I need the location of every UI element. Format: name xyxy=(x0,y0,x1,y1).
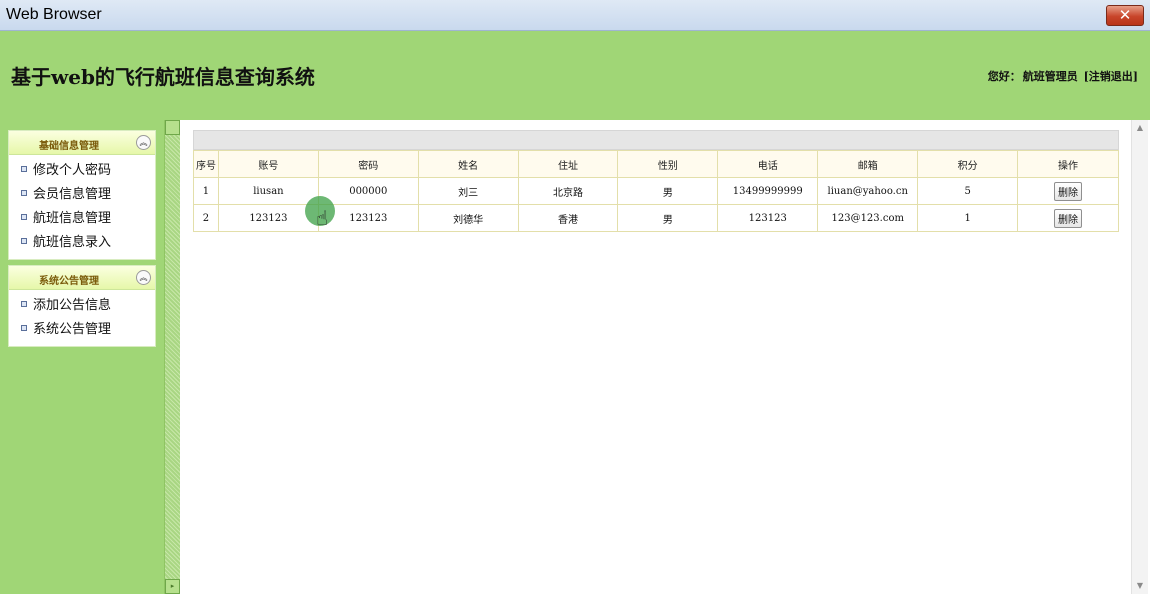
sidebar-item-label: 修改个人密码 xyxy=(33,163,112,178)
column-header: 密码 xyxy=(317,150,419,178)
table-cell: 刘三 xyxy=(417,177,519,205)
logout-link[interactable]: [注销退出] xyxy=(1084,70,1138,83)
table-cell: 删除 xyxy=(1017,204,1119,232)
bullet-icon xyxy=(21,301,27,307)
splitter-collapse-button[interactable] xyxy=(165,120,180,135)
column-header: 积分 xyxy=(917,150,1019,178)
panel-menu: 修改个人密码 会员信息管理 航班信息管理 航班信息录入 xyxy=(9,155,155,259)
table-cell: 1 xyxy=(193,177,219,205)
column-header: 账号 xyxy=(217,150,319,178)
frame-splitter[interactable]: ▸ xyxy=(164,120,180,594)
table-cell: 男 xyxy=(617,177,719,205)
table-cell: 5 xyxy=(917,177,1019,205)
hand-cursor-icon: ☝ xyxy=(316,206,329,230)
table-cell: 13499999999 xyxy=(717,177,819,205)
window-title: Web Browser xyxy=(6,6,102,23)
sidebar-item-label: 系统公告管理 xyxy=(33,322,112,337)
vertical-scrollbar[interactable]: ▲ ▼ xyxy=(1131,120,1148,594)
close-icon: ✕ xyxy=(1118,6,1132,24)
sidebar-item-change-password[interactable]: 修改个人密码 xyxy=(9,159,155,183)
table-cell: 删除 xyxy=(1017,177,1119,205)
table-cell: liuan@yahoo.cn xyxy=(817,177,919,205)
sidebar-item-label: 添加公告信息 xyxy=(33,298,112,313)
sidebar-item-announcement-management[interactable]: 系统公告管理 xyxy=(9,318,155,342)
delete-button[interactable]: 删除 xyxy=(1054,208,1083,228)
table-cell: 123123 xyxy=(217,204,319,232)
scroll-up-icon[interactable]: ▲ xyxy=(1132,120,1148,136)
sidebar-item-label: 航班信息管理 xyxy=(33,211,112,226)
panel-header[interactable]: 系统公告管理 ︽ xyxy=(9,266,155,290)
system-title: 基于web的飞行航班信息查询系统 xyxy=(11,65,315,89)
column-header: 邮箱 xyxy=(817,150,919,178)
column-header: 电话 xyxy=(717,150,819,178)
table-row: 1 liusan 000000 刘三 北京路 男 13499999999 liu… xyxy=(193,177,1119,205)
collapse-up-icon[interactable]: ︽ xyxy=(136,270,151,285)
table-cell: liusan xyxy=(217,177,319,205)
sidebar-item-label: 会员信息管理 xyxy=(33,187,112,202)
panel-title: 基础信息管理 xyxy=(39,141,99,152)
table-header-row: 序号 账号 密码 姓名 住址 性别 电话 邮箱 积分 操作 xyxy=(193,150,1119,178)
bullet-icon xyxy=(21,325,27,331)
close-button[interactable]: ✕ xyxy=(1106,5,1144,26)
column-header: 住址 xyxy=(517,150,619,178)
sidebar-item-label: 航班信息录入 xyxy=(33,235,112,250)
main-content: 序号 账号 密码 姓名 住址 性别 电话 邮箱 积分 操作 1 liusan 0… xyxy=(181,120,1131,594)
window-titlebar: Web Browser ✕ xyxy=(0,0,1150,31)
column-header: 姓名 xyxy=(417,150,519,178)
panel-header[interactable]: 基础信息管理 ︽ xyxy=(9,131,155,155)
site-header: 基于web的飞行航班信息查询系统 您好： 航班管理员 [注销退出] xyxy=(0,31,1150,120)
table-caption-bar xyxy=(193,130,1119,150)
column-header: 序号 xyxy=(193,150,219,178)
bullet-icon xyxy=(21,238,27,244)
username-label: 航班管理员 xyxy=(1022,70,1078,83)
sidebar-item-member-management[interactable]: 会员信息管理 xyxy=(9,183,155,207)
sidebar-item-add-announcement[interactable]: 添加公告信息 xyxy=(9,294,155,318)
splitter-expand-button[interactable]: ▸ xyxy=(165,579,180,594)
panel-title: 系统公告管理 xyxy=(39,276,99,287)
bullet-icon xyxy=(21,190,27,196)
delete-button[interactable]: 删除 xyxy=(1054,181,1083,201)
greeting-label: 您好： xyxy=(987,70,1021,83)
sidebar: 基础信息管理 ︽ 修改个人密码 会员信息管理 航班信息管理 航班信息录入 系统公… xyxy=(0,120,164,594)
collapse-up-icon[interactable]: ︽ xyxy=(136,135,151,150)
table-cell: 000000 xyxy=(317,177,419,205)
panel-menu: 添加公告信息 系统公告管理 xyxy=(9,290,155,346)
table-cell: 北京路 xyxy=(517,177,619,205)
column-header: 操作 xyxy=(1017,150,1119,178)
sidebar-item-flight-entry[interactable]: 航班信息录入 xyxy=(9,231,155,255)
table-cell: 男 xyxy=(617,204,719,232)
panel-basic-info: 基础信息管理 ︽ 修改个人密码 会员信息管理 航班信息管理 航班信息录入 xyxy=(8,130,156,260)
user-area: 您好： 航班管理员 [注销退出] xyxy=(986,68,1138,84)
table-cell: 123@123.com xyxy=(817,204,919,232)
bullet-icon xyxy=(21,166,27,172)
panel-announcements: 系统公告管理 ︽ 添加公告信息 系统公告管理 xyxy=(8,265,156,347)
scroll-down-icon[interactable]: ▼ xyxy=(1132,578,1148,594)
table-cell: 1 xyxy=(917,204,1019,232)
table-cell: 2 xyxy=(193,204,219,232)
table-cell: 刘德华 xyxy=(417,204,519,232)
table-cell: 香港 xyxy=(517,204,619,232)
bullet-icon xyxy=(21,214,27,220)
table-cell: 123123 xyxy=(717,204,819,232)
sidebar-item-flight-management[interactable]: 航班信息管理 xyxy=(9,207,155,231)
column-header: 性别 xyxy=(617,150,719,178)
